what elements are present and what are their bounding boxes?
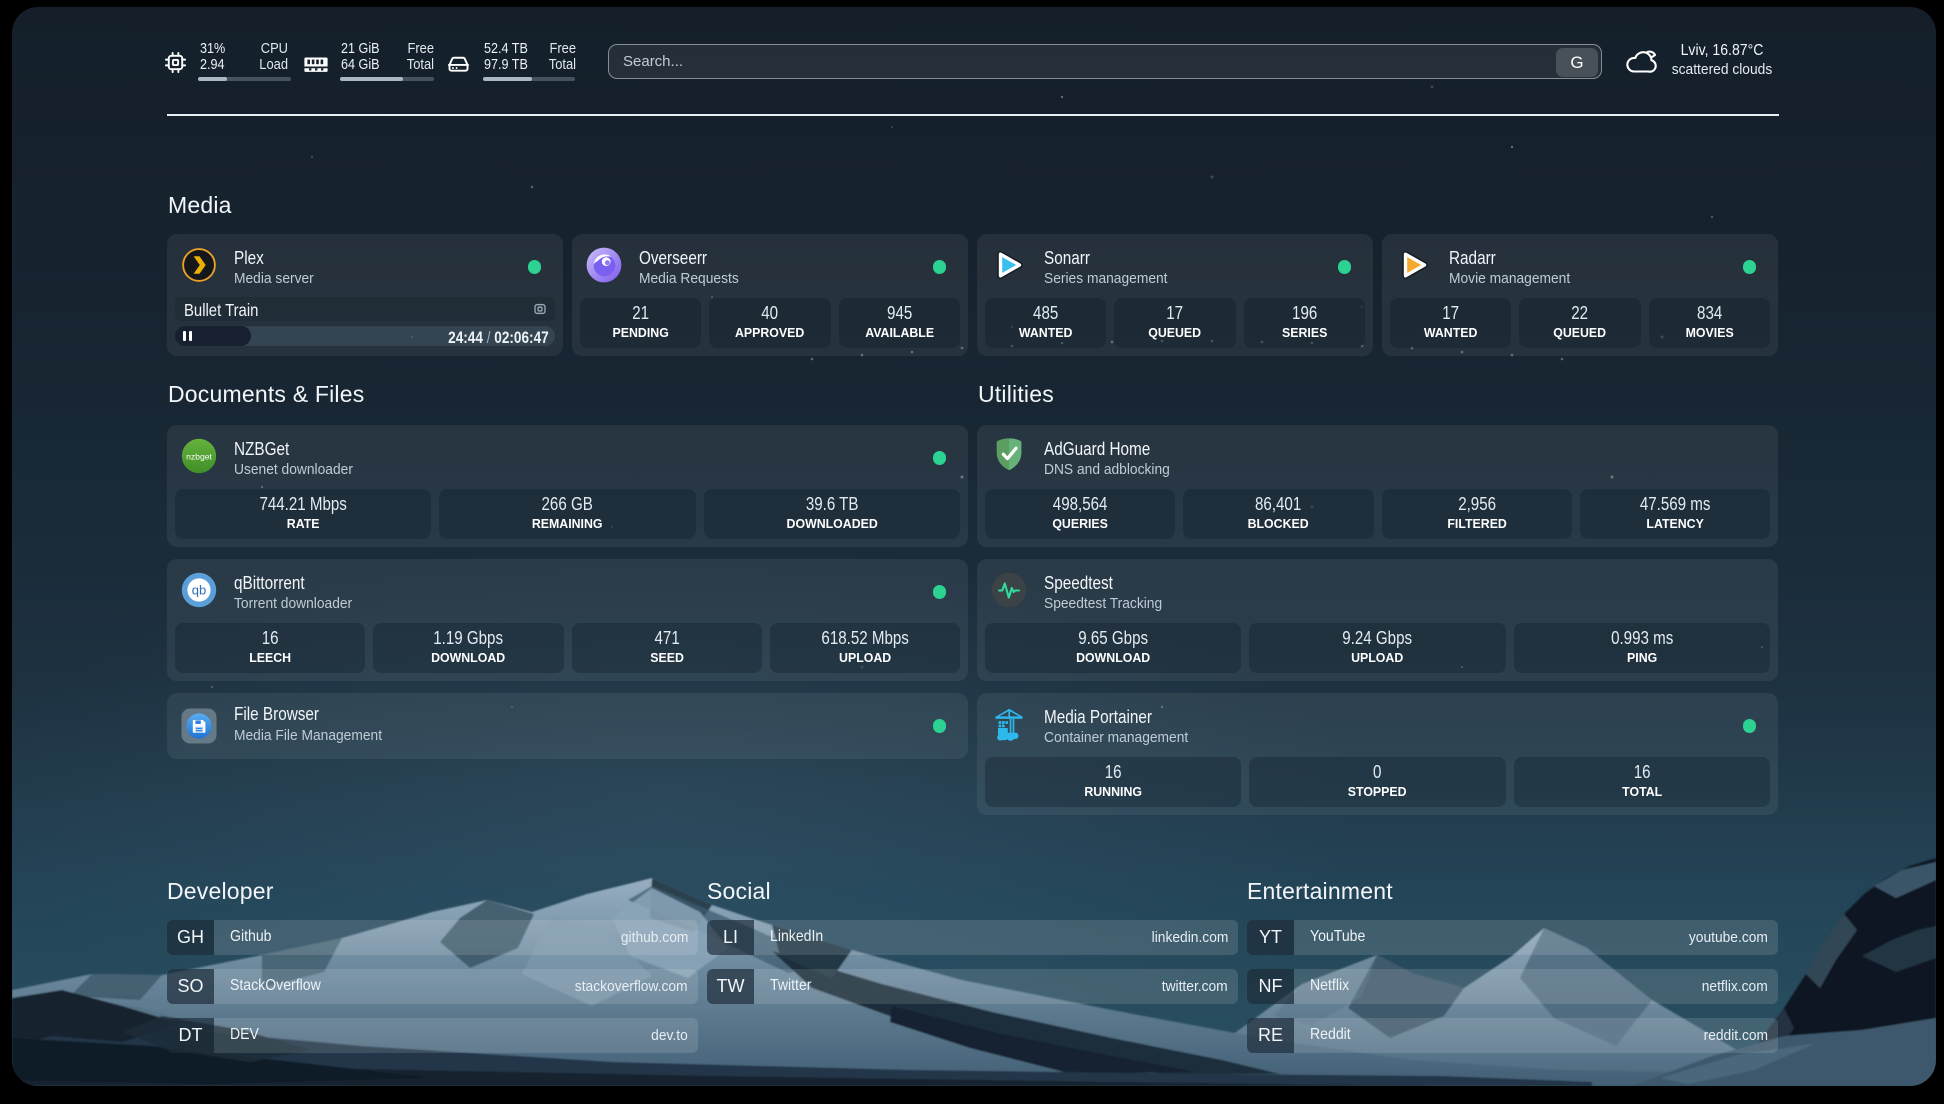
svg-text:qb: qb bbox=[192, 583, 206, 598]
svg-text:nzbget: nzbget bbox=[186, 452, 212, 462]
